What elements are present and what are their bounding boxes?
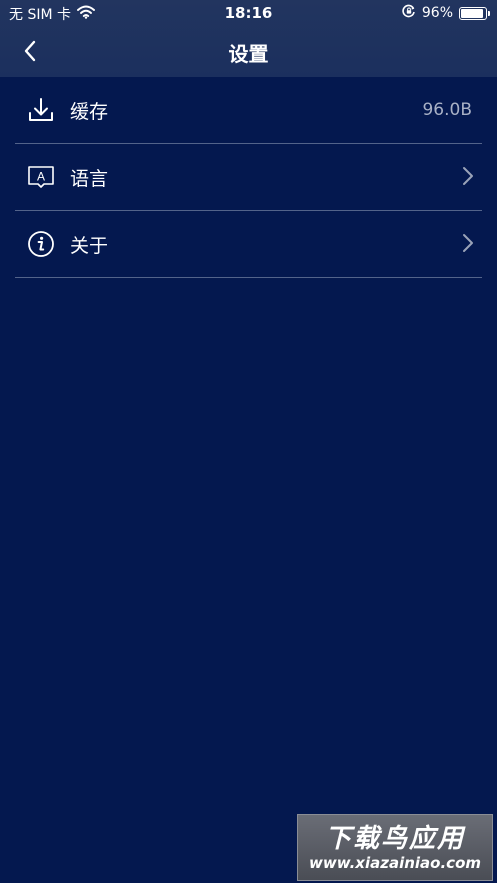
settings-item-about[interactable]: 关于 [15,211,482,278]
cache-size-value: 96.0B [422,100,472,120]
settings-item-cache[interactable]: 缓存 96.0B [15,77,482,144]
settings-item-language[interactable]: A 语言 [15,144,482,211]
chevron-right-icon [462,166,474,190]
download-icon [26,95,56,125]
settings-item-label: 语言 [70,167,109,190]
status-right: 96% [402,4,490,22]
watermark-url: www.xiazainiao.com [308,853,482,872]
info-icon [26,229,56,259]
settings-item-label: 缓存 [70,100,109,123]
svg-text:A: A [37,170,45,184]
settings-item-label: 关于 [70,234,109,257]
battery-icon [459,6,490,20]
navigation-bar: 设置 [0,26,497,77]
watermark-text: 下载鸟应用 [324,823,465,854]
settings-list: 缓存 96.0B A 语言 关于 [15,77,482,278]
page-title: 设置 [228,42,269,66]
watermark: 下载鸟应用 www.xiazainiao.com [297,814,493,881]
top-bar: 无 SIM 卡 18:16 96% 设置 [0,0,497,77]
chevron-right-icon [462,233,474,257]
rotation-lock-icon [402,4,416,22]
status-bar: 无 SIM 卡 18:16 96% [0,0,497,26]
battery-percent: 96% [421,5,453,21]
language-icon: A [26,162,56,192]
